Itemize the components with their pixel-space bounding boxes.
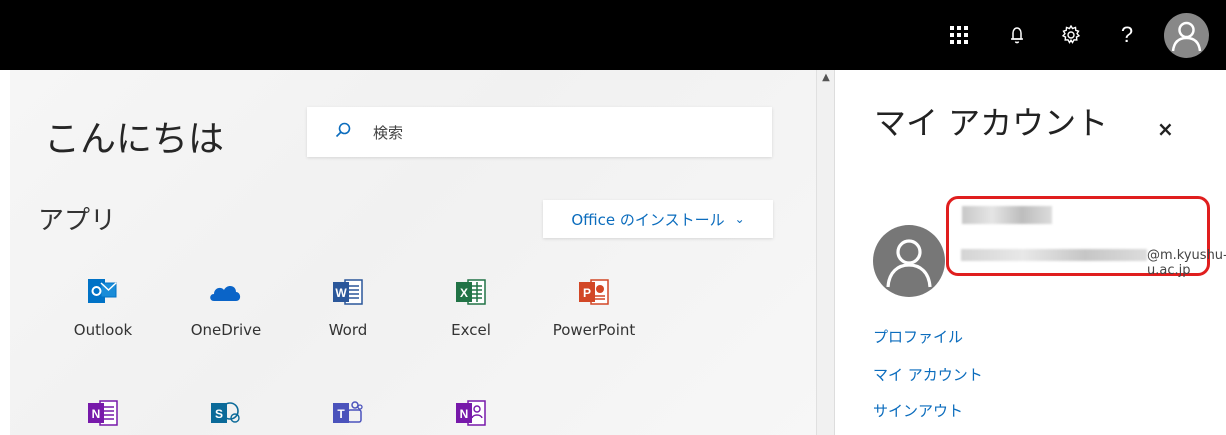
app-onenote[interactable]: N — [48, 398, 158, 428]
word-icon: W — [333, 277, 363, 307]
my-account-link[interactable]: マイ アカウント — [873, 364, 983, 385]
svg-text:S: S — [215, 407, 223, 421]
profile-link[interactable]: プロファイル — [873, 326, 963, 347]
svg-text:N: N — [92, 407, 101, 421]
teams-icon: T — [333, 398, 363, 428]
powerpoint-icon: P — [579, 277, 609, 307]
help-icon[interactable]: ? — [1112, 0, 1142, 70]
svg-text:X: X — [460, 286, 468, 300]
app-onedrive[interactable]: OneDrive — [171, 277, 281, 339]
top-bar: ? — [0, 0, 1226, 70]
app-onenote-class[interactable]: N — [416, 398, 526, 428]
svg-text:P: P — [583, 286, 591, 300]
onenote-icon: N — [88, 398, 118, 428]
app-outlook[interactable]: Outlook — [48, 277, 158, 339]
gear-icon[interactable] — [1056, 0, 1086, 70]
sign-out-link[interactable]: サインアウト — [873, 400, 963, 421]
app-word[interactable]: W Word — [293, 277, 403, 339]
outlook-icon — [88, 277, 118, 307]
excel-icon: X — [456, 277, 486, 307]
onedrive-icon — [210, 277, 241, 307]
bell-icon[interactable] — [1002, 0, 1032, 70]
app-launcher-icon[interactable] — [941, 0, 977, 70]
search-icon — [335, 122, 351, 142]
user-email-redacted — [961, 249, 1147, 261]
user-email-domain: @m.kyushu-u.ac.jp — [1147, 248, 1226, 278]
sharepoint-icon: S — [211, 398, 241, 428]
greeting: こんにちは — [44, 119, 225, 160]
app-teams[interactable]: T — [293, 398, 403, 428]
user-name-redacted — [962, 206, 1052, 224]
close-icon[interactable]: × — [1157, 117, 1174, 141]
app-powerpoint[interactable]: P PowerPoint — [539, 277, 649, 339]
panel-title: マイ アカウント — [874, 104, 1109, 142]
onenote-class-icon: N — [456, 398, 486, 428]
install-office-button[interactable]: Office のインストール ⌄ — [543, 200, 773, 238]
svg-text:T: T — [337, 407, 345, 421]
apps-heading: アプリ — [38, 206, 117, 236]
account-avatar — [873, 225, 945, 297]
main-area: こんにちは 検索 アプリ Office のインストール ⌄ Outlook On… — [10, 70, 816, 435]
search-input[interactable]: 検索 — [373, 122, 403, 143]
scroll-up-icon[interactable]: ▲ — [817, 72, 835, 83]
svg-text:W: W — [335, 286, 347, 300]
main-scrollbar[interactable]: ▲ — [816, 70, 835, 435]
chevron-down-icon: ⌄ — [734, 212, 745, 226]
svg-text:N: N — [460, 407, 469, 421]
app-excel[interactable]: X Excel — [416, 277, 526, 339]
avatar[interactable] — [1164, 13, 1209, 58]
search-box[interactable]: 検索 — [307, 107, 772, 157]
app-sharepoint[interactable]: S — [171, 398, 281, 428]
